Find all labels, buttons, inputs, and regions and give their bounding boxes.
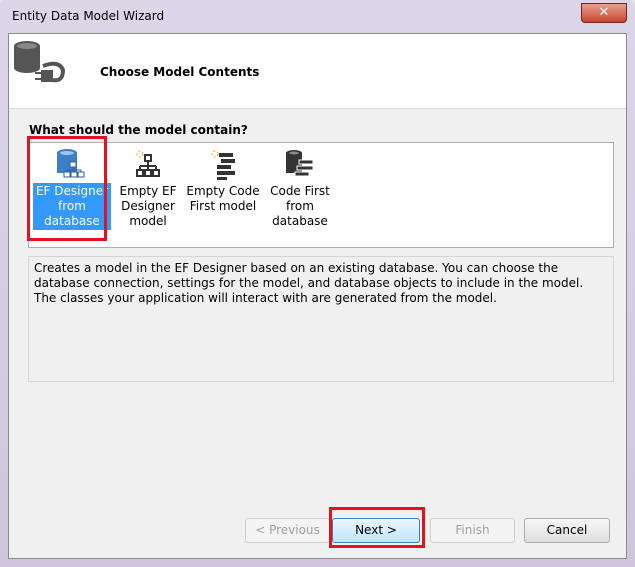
cancel-button[interactable]: Cancel <box>524 518 610 543</box>
database-plug-icon <box>14 41 66 83</box>
option-empty-ef-designer-model[interactable]: Empty EF Designer model <box>109 147 187 230</box>
option-label: Empty Code First model <box>186 184 260 213</box>
model-type-list[interactable]: EF Designer from database Empty EF Desig… <box>28 142 614 248</box>
option-label: Code First from database <box>270 184 330 228</box>
hierarchy-sparkle-icon <box>136 150 160 177</box>
wizard-header: Choose Model Contents <box>9 34 626 109</box>
model-contents-prompt: What should the model contain? <box>29 123 248 137</box>
window-title: Entity Data Model Wizard <box>12 9 165 23</box>
option-description: Creates a model in the EF Designer based… <box>28 256 614 382</box>
highlight-box-option <box>27 136 107 241</box>
highlight-box-next <box>329 507 425 548</box>
previous-button[interactable]: < Previous <box>245 518 330 543</box>
option-empty-code-first-model[interactable]: Empty Code First model <box>183 147 263 215</box>
option-code-first-from-database[interactable]: Code First from database <box>261 147 339 230</box>
wizard-client: Choose Model Contents What should the mo… <box>8 33 627 559</box>
close-button[interactable]: ✕ <box>581 3 627 23</box>
database-code-icon <box>286 150 314 177</box>
option-label: Empty EF Designer model <box>119 184 177 228</box>
finish-button[interactable]: Finish <box>430 518 515 543</box>
page-title: Choose Model Contents <box>100 65 260 79</box>
code-first-sparkle-icon <box>211 150 235 180</box>
